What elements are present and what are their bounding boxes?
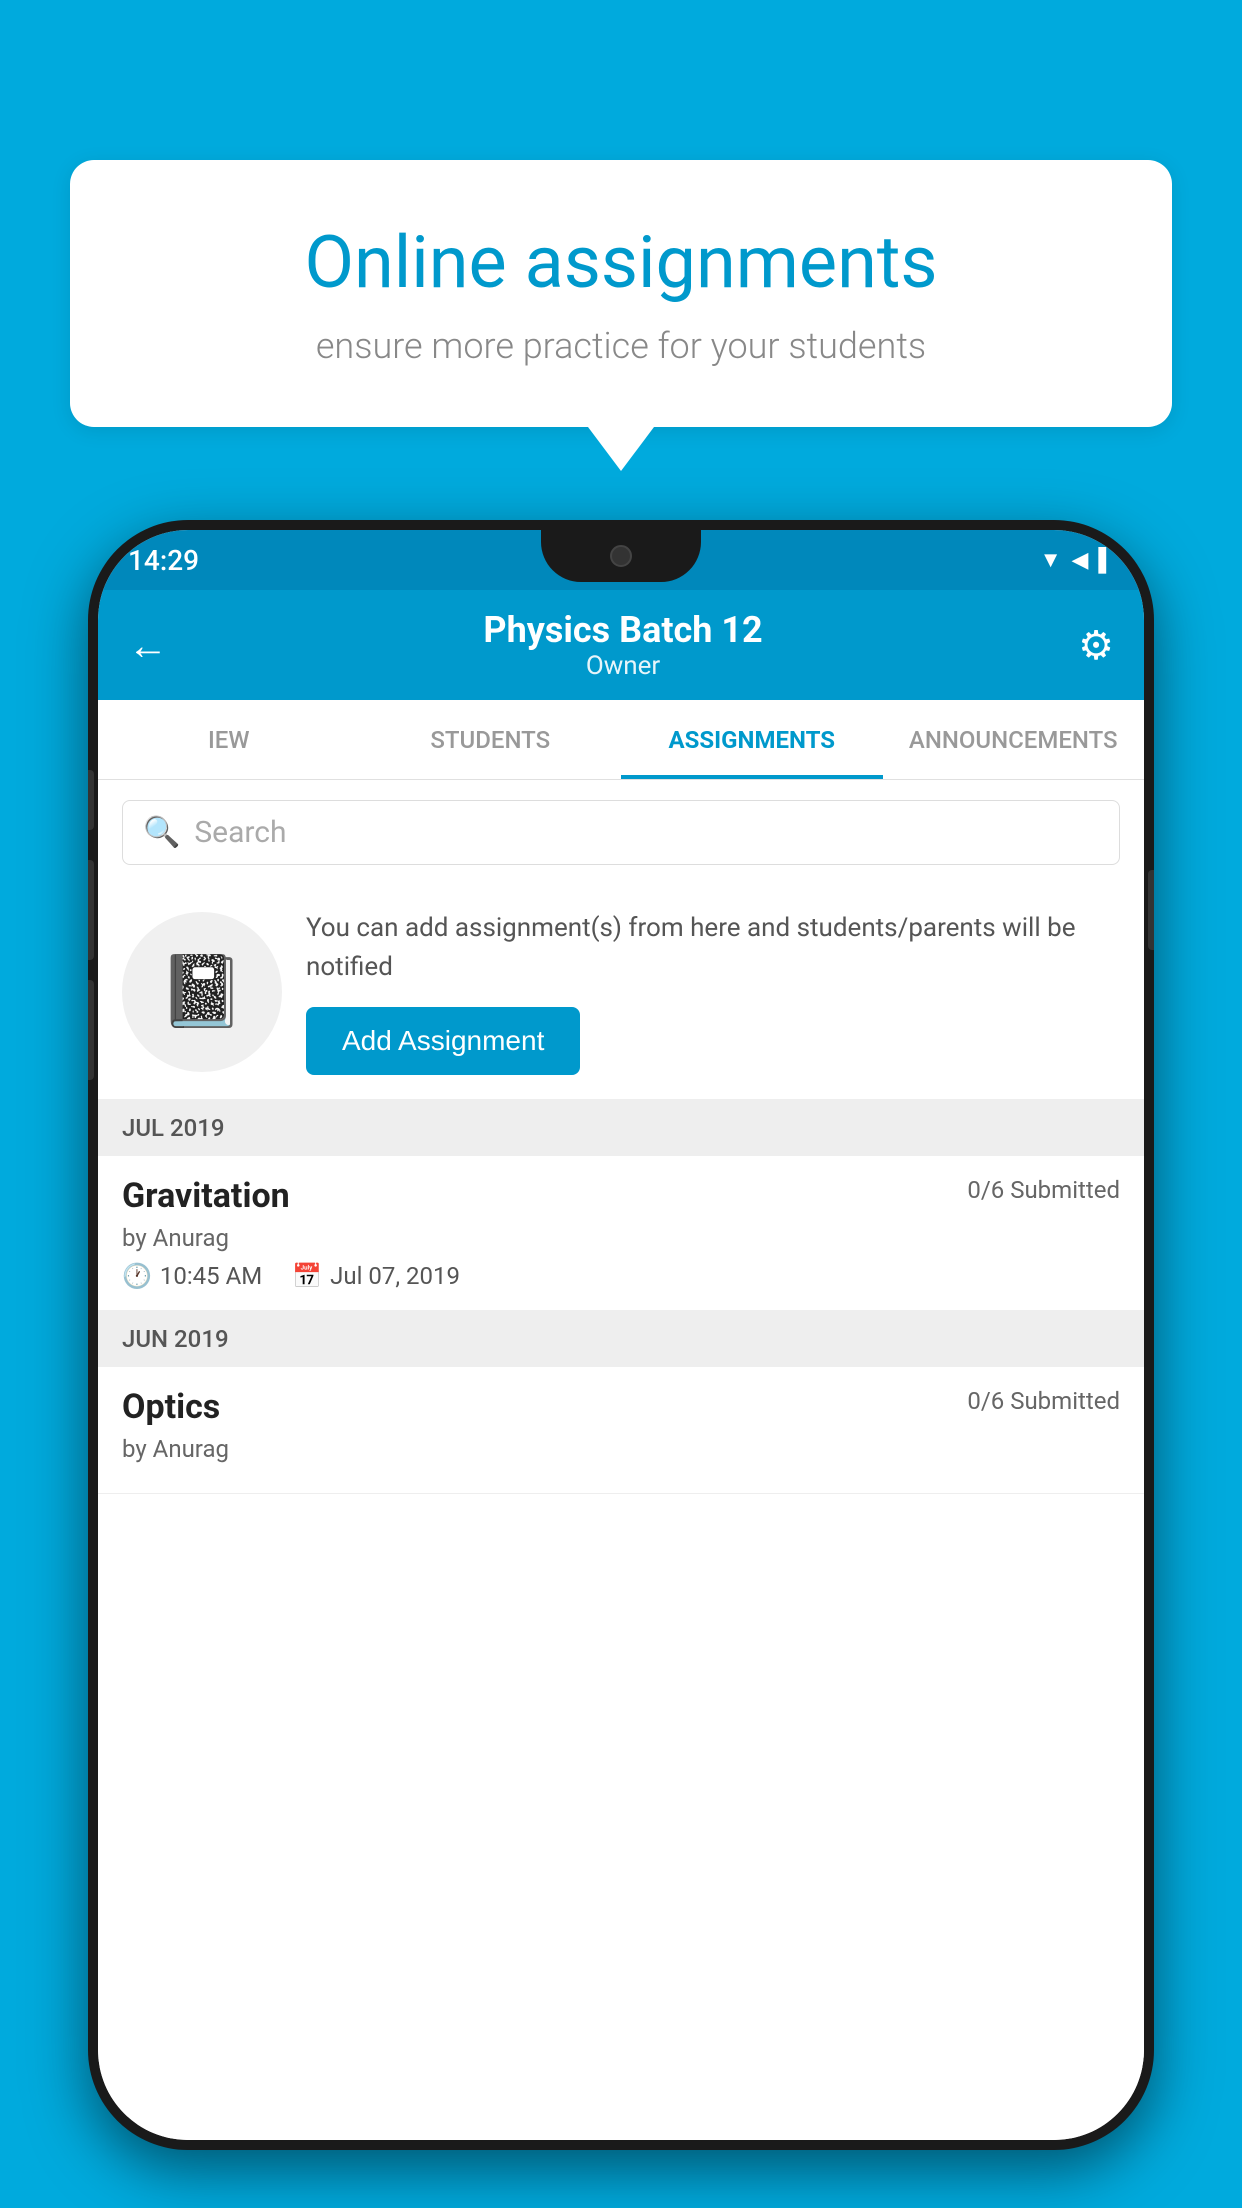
promo-description: You can add assignment(s) from here and … bbox=[306, 909, 1120, 987]
section-jun-2019: JUN 2019 bbox=[98, 1311, 1144, 1367]
clock-icon: 🕐 bbox=[122, 1262, 152, 1290]
camera-button bbox=[88, 980, 94, 1080]
phone-screen: 14:29 ▼ ◀ ▌ ← Physics Batch 12 Owner ⚙ bbox=[98, 530, 1144, 2140]
search-container: 🔍 Search bbox=[98, 780, 1144, 885]
promo-subtitle: ensure more practice for your students bbox=[150, 325, 1092, 367]
status-time: 14:29 bbox=[128, 544, 199, 577]
batch-role: Owner bbox=[483, 651, 762, 681]
tabs-bar: IEW STUDENTS ASSIGNMENTS ANNOUNCEMENTS bbox=[98, 700, 1144, 780]
promo-right: You can add assignment(s) from here and … bbox=[306, 909, 1120, 1075]
phone-outer: 14:29 ▼ ◀ ▌ ← Physics Batch 12 Owner ⚙ bbox=[88, 520, 1154, 2150]
notebook-icon: 📓 bbox=[158, 951, 245, 1033]
assignment-gravitation[interactable]: Gravitation 0/6 Submitted by Anurag 🕐 10… bbox=[98, 1156, 1144, 1311]
search-icon: 🔍 bbox=[143, 815, 180, 850]
tab-overview[interactable]: IEW bbox=[98, 700, 360, 779]
assignment-top: Gravitation 0/6 Submitted bbox=[122, 1176, 1120, 1216]
calendar-icon: 📅 bbox=[292, 1262, 322, 1290]
section-jul-2019: JUL 2019 bbox=[98, 1100, 1144, 1156]
assignment-title-gravitation: Gravitation bbox=[122, 1176, 290, 1216]
volume-up-button bbox=[88, 770, 94, 830]
assignment-optics[interactable]: Optics 0/6 Submitted by Anurag bbox=[98, 1367, 1144, 1494]
gravitation-meta: 🕐 10:45 AM 📅 Jul 07, 2019 bbox=[122, 1262, 1120, 1290]
optics-submitted: 0/6 Submitted bbox=[967, 1387, 1120, 1415]
promo-section: Online assignments ensure more practice … bbox=[70, 160, 1172, 427]
tab-assignments[interactable]: ASSIGNMENTS bbox=[621, 700, 883, 779]
content-area: 🔍 Search 📓 You can add assignment(s) fro… bbox=[98, 780, 1144, 2140]
gravitation-submitted: 0/6 Submitted bbox=[967, 1176, 1120, 1204]
add-assignment-promo: 📓 You can add assignment(s) from here an… bbox=[98, 885, 1144, 1100]
header-center: Physics Batch 12 Owner bbox=[483, 609, 762, 681]
status-icons: ▼ ◀ ▌ bbox=[1040, 547, 1114, 573]
phone-wrapper: 14:29 ▼ ◀ ▌ ← Physics Batch 12 Owner ⚙ bbox=[88, 520, 1154, 2208]
power-button bbox=[1148, 870, 1154, 950]
settings-button[interactable]: ⚙ bbox=[1078, 622, 1114, 669]
signal-icon: ◀ bbox=[1071, 548, 1088, 573]
assignment-icon-circle: 📓 bbox=[122, 912, 282, 1072]
add-assignment-button[interactable]: Add Assignment bbox=[306, 1007, 580, 1075]
search-placeholder: Search bbox=[194, 815, 286, 850]
optics-top: Optics 0/6 Submitted bbox=[122, 1387, 1120, 1427]
gravitation-time: 🕐 10:45 AM bbox=[122, 1262, 262, 1290]
optics-author: by Anurag bbox=[122, 1435, 1120, 1463]
tab-students[interactable]: STUDENTS bbox=[360, 700, 622, 779]
gravitation-author: by Anurag bbox=[122, 1224, 1120, 1252]
promo-title: Online assignments bbox=[150, 220, 1092, 305]
batch-title: Physics Batch 12 bbox=[483, 609, 762, 651]
assignment-title-optics: Optics bbox=[122, 1387, 220, 1427]
back-button[interactable]: ← bbox=[128, 622, 168, 669]
front-camera bbox=[610, 545, 632, 567]
gravitation-date: 📅 Jul 07, 2019 bbox=[292, 1262, 460, 1290]
wifi-icon: ▼ bbox=[1040, 547, 1062, 573]
battery-icon: ▌ bbox=[1098, 547, 1114, 573]
search-bar[interactable]: 🔍 Search bbox=[122, 800, 1120, 865]
notch bbox=[541, 530, 701, 582]
speech-bubble: Online assignments ensure more practice … bbox=[70, 160, 1172, 427]
app-header: ← Physics Batch 12 Owner ⚙ bbox=[98, 590, 1144, 700]
tab-announcements[interactable]: ANNOUNCEMENTS bbox=[883, 700, 1145, 779]
volume-down-button bbox=[88, 860, 94, 960]
